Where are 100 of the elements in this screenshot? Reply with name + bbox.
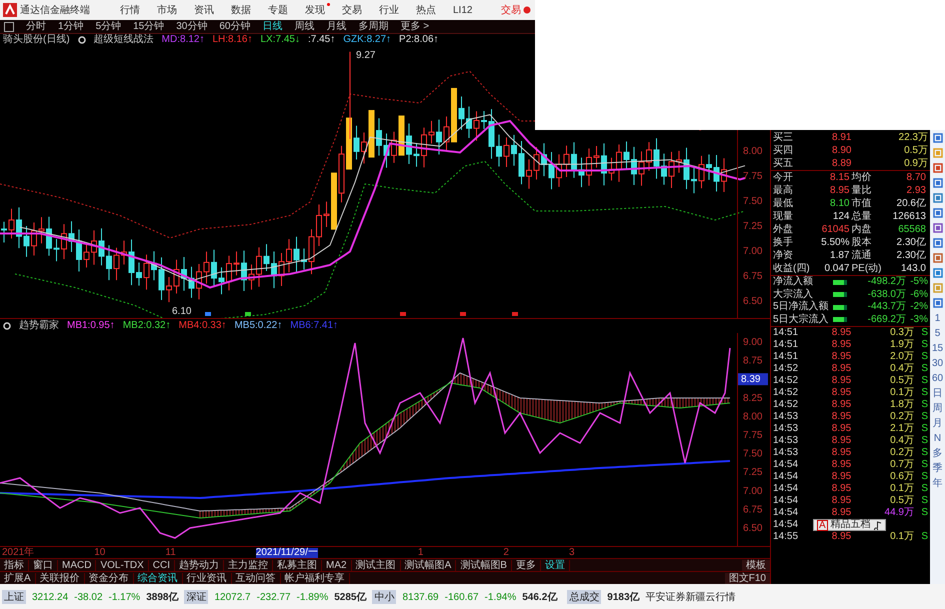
legend-text: 超级短线战法	[94, 34, 154, 46]
trade-side: S	[920, 399, 928, 411]
trade-volume: 0.2万	[889, 447, 914, 459]
period-button[interactable]: 5	[934, 326, 940, 341]
index-value: 12072.7	[214, 592, 251, 602]
stat-label: 净资	[773, 249, 794, 262]
menu-item[interactable]: 行情	[120, 3, 140, 17]
period-tab[interactable]: 月线	[326, 20, 346, 32]
trade-price: 8.95	[830, 339, 852, 351]
menu-item[interactable]: 行业	[379, 3, 399, 17]
period-tab[interactable]: 日线	[262, 20, 282, 32]
total-value: 9183亿	[607, 590, 640, 604]
signal-marker-icon	[245, 312, 251, 316]
peak-price-label: 9.27	[356, 50, 376, 61]
flow-label: 净流入额	[773, 276, 814, 288]
trade-time: 14:54	[773, 483, 800, 495]
stat-value: 143.0	[900, 262, 927, 275]
trade-time: 14:54	[773, 495, 800, 507]
period-tab[interactable]: 1分钟	[58, 20, 84, 32]
trade-side: S	[920, 423, 928, 435]
period-tab[interactable]: 15分钟	[133, 20, 164, 32]
period-button[interactable]: 30	[932, 356, 944, 371]
period-button[interactable]: 周	[932, 401, 942, 416]
index-change: -160.67	[444, 592, 479, 602]
trade-time: 14:54	[773, 459, 800, 471]
trade-side: S	[920, 411, 928, 423]
period-button[interactable]: 日	[932, 386, 942, 401]
trade-price: 8.95	[830, 387, 852, 399]
index-change: -232.77	[256, 592, 291, 602]
flow-percent: -5%	[909, 276, 928, 288]
period-button[interactable]: 多	[932, 446, 942, 461]
period-tab[interactable]: 30分钟	[176, 20, 208, 32]
date-label: 2021年	[2, 548, 34, 558]
menu-item[interactable]: 发现	[305, 3, 325, 17]
period-tab[interactable]: 5分钟	[96, 20, 122, 32]
price-axis-label: 8.75	[743, 356, 762, 367]
menu-item[interactable]: 市场	[157, 3, 177, 17]
menu-item[interactable]: 热点	[416, 3, 436, 17]
trade-side: S	[920, 507, 928, 519]
trade-price: 8.95	[830, 447, 852, 459]
period-tab[interactable]: 60分钟	[219, 20, 250, 32]
f10-button[interactable]: 图文F10	[724, 572, 770, 584]
stat-label: 最高	[773, 184, 794, 197]
quote-price: 8.90	[831, 144, 852, 157]
menu-item[interactable]: 数据	[231, 3, 251, 17]
trade-volume: 1.9万	[889, 339, 914, 351]
trade-price: 8.95	[830, 363, 852, 375]
period-tab[interactable]: 周线	[294, 20, 314, 32]
stat-label: 流通	[852, 249, 872, 262]
period-button[interactable]: 月	[932, 416, 942, 431]
template-button[interactable]: 模板	[742, 560, 770, 570]
broker-name: 平安证券新疆云行情	[646, 590, 736, 604]
period-button[interactable]: 季	[932, 461, 942, 476]
index-percent: -1.89%	[296, 592, 328, 602]
period-button[interactable]: 年	[932, 476, 942, 491]
index-turnover: 3898亿	[146, 590, 178, 604]
stat-label: 股本	[852, 236, 872, 249]
flow-label: 5日大宗流入	[773, 314, 830, 326]
period-tab[interactable]: 更多 >	[400, 20, 430, 32]
stat-label: 内盘	[852, 223, 872, 236]
legend-text: :7.45↑	[308, 34, 336, 46]
period-button[interactable]: 1	[934, 311, 940, 326]
stat-label: 量比	[852, 184, 872, 197]
date-label: 1	[418, 548, 424, 558]
trade-price: 8.95	[830, 471, 852, 483]
trade-side: S	[920, 495, 928, 507]
menu-item[interactable]: 专题	[268, 3, 288, 17]
menu-item[interactable]: LI12	[453, 4, 472, 16]
trade-volume: 0.1万	[889, 483, 914, 495]
index-percent: -1.94%	[484, 592, 516, 602]
price-axis-label: 7.00	[743, 486, 762, 497]
price-axis-label: 7.00	[743, 246, 762, 257]
signal-marker-icon	[460, 312, 466, 316]
stat-value: 1.87	[829, 249, 850, 262]
trade-side: S	[920, 435, 928, 447]
trade-price: 8.95	[830, 507, 852, 518]
period-tab[interactable]: 多周期	[358, 20, 388, 32]
period-tab[interactable]: 分时	[26, 20, 46, 32]
price-axis-label: 7.25	[743, 467, 762, 478]
trade-side: S	[920, 459, 928, 471]
flow-amount: -498.2万	[866, 276, 906, 288]
trade-time: 14:52	[773, 375, 800, 387]
price-axis-label: 7.50	[743, 196, 762, 207]
trade-time: 14:52	[773, 387, 800, 399]
menu-item[interactable]: 交易	[342, 3, 362, 17]
legend-text: MB6:7.41↑	[290, 320, 338, 332]
period-button[interactable]: 15	[932, 341, 944, 356]
period-button[interactable]: 60	[932, 371, 944, 386]
period-button[interactable]: N	[934, 431, 942, 446]
trade-price: 8.95	[830, 399, 852, 411]
trade-time: 14:52	[773, 363, 800, 375]
gear-icon	[3, 322, 11, 330]
stat-value: 61045	[820, 223, 850, 236]
trade-volume: 2.0万	[889, 351, 914, 363]
date-label: 2	[503, 548, 509, 558]
date-label: 10	[94, 548, 106, 558]
trade-button[interactable]: 交易	[501, 3, 531, 17]
stat-label: 收益(四)	[773, 262, 811, 275]
menu-item[interactable]: 资讯	[194, 3, 214, 17]
stat-value: 2.93	[906, 184, 927, 197]
